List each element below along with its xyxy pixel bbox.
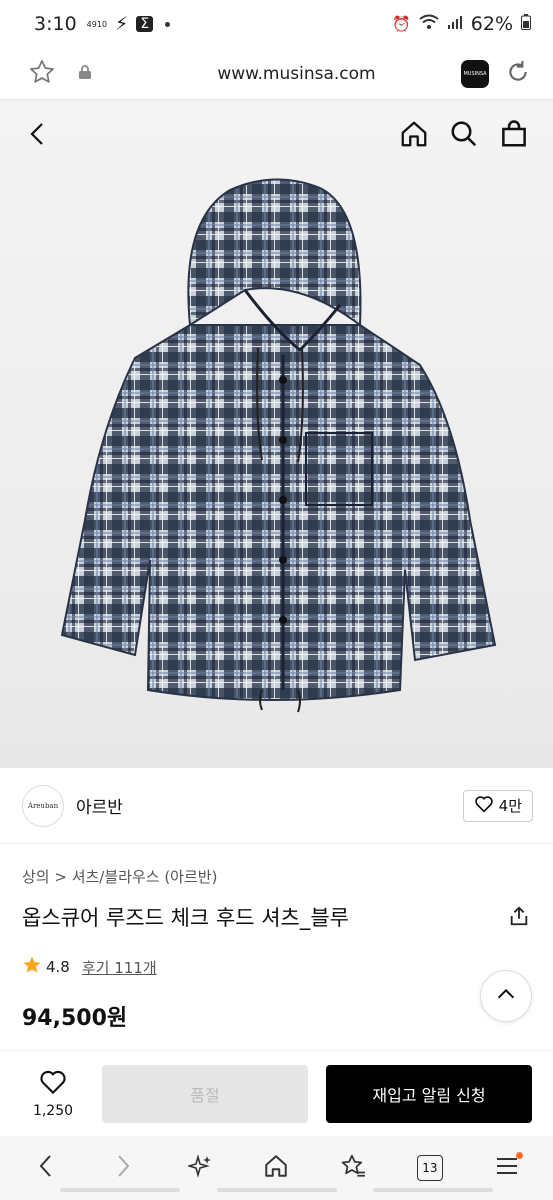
product-image[interactable] xyxy=(0,100,553,768)
share-icon[interactable] xyxy=(508,905,530,931)
brand-row[interactable]: Areuban 아르반 4만 xyxy=(0,768,553,844)
wishlist-count: 1,250 xyxy=(32,1102,74,1119)
clock: 3:10 xyxy=(34,13,77,35)
url-text[interactable]: www.musinsa.com xyxy=(132,64,461,84)
nav-bookmarks-button[interactable] xyxy=(333,1148,373,1188)
nav-home-button[interactable] xyxy=(256,1148,296,1188)
restock-alert-button[interactable]: 재입고 알림 신청 xyxy=(326,1064,532,1123)
gesture-handle xyxy=(0,1188,553,1200)
cart-icon[interactable] xyxy=(499,119,529,153)
brand-logo[interactable]: Areuban xyxy=(22,784,64,827)
tabs-icon: 13 xyxy=(416,1155,443,1181)
chevron-right-icon xyxy=(113,1153,133,1183)
sparkle-icon xyxy=(185,1154,212,1182)
search-icon[interactable] xyxy=(449,119,479,153)
reload-icon[interactable] xyxy=(505,59,531,89)
bookmark-star-icon[interactable] xyxy=(28,58,56,90)
wishlist-button[interactable]: 1,250 xyxy=(22,1069,84,1119)
purchase-action-bar: 1,250 품절 재입고 알림 신청 xyxy=(0,1050,553,1136)
breadcrumb[interactable]: 상의 > 셔츠/블라우스 (아르반) xyxy=(22,866,217,887)
heart-icon xyxy=(474,795,494,817)
battery-icon xyxy=(521,13,531,35)
nav-menu-button[interactable] xyxy=(487,1148,527,1188)
chevron-up-icon xyxy=(495,983,517,1009)
chevron-left-icon xyxy=(36,1153,56,1183)
alarm-icon: ⏰ xyxy=(392,15,411,33)
soldout-button[interactable]: 품절 xyxy=(102,1064,308,1123)
dot-icon xyxy=(165,21,171,27)
shirt-illustration xyxy=(60,178,497,713)
signal-icon xyxy=(447,13,463,35)
product-header xyxy=(0,100,553,172)
brand-like-count: 4만 xyxy=(498,797,522,815)
nav-tabs-button[interactable]: 13 xyxy=(410,1148,450,1188)
rating-row: 4.8 후기 111개 xyxy=(22,955,157,979)
status-extra: 4910 xyxy=(86,19,108,29)
back-icon[interactable] xyxy=(26,120,50,152)
sigma-icon: Σ xyxy=(136,16,154,32)
brand-like-button[interactable]: 4만 xyxy=(462,789,533,822)
home-icon[interactable] xyxy=(399,119,429,153)
browser-address-bar: www.musinsa.com MUSINSA xyxy=(0,48,553,100)
brand-name[interactable]: 아르반 xyxy=(76,793,123,818)
lock-icon xyxy=(78,64,92,84)
nav-sparkle-button[interactable] xyxy=(180,1148,220,1188)
nav-back-button[interactable] xyxy=(26,1148,66,1188)
status-bar: 3:10 4910 ⚡ Σ ⏰ 62% xyxy=(0,0,553,48)
product-title: 옵스큐어 루즈드 체크 후드 셔츠_블루 xyxy=(22,906,349,930)
bolt-icon: ⚡ xyxy=(115,13,129,35)
review-link[interactable]: 후기 111개 xyxy=(82,957,157,978)
wifi-icon xyxy=(419,13,439,35)
menu-icon xyxy=(495,1155,519,1181)
star-icon xyxy=(22,955,42,979)
home-icon xyxy=(263,1153,289,1183)
price: 94,500원 xyxy=(22,1006,128,1031)
star-list-icon xyxy=(340,1153,366,1183)
musinsa-app-button[interactable]: MUSINSA xyxy=(461,59,489,88)
tabs-count: 13 xyxy=(422,1161,438,1175)
battery-level: 62% xyxy=(470,13,513,35)
rating-value: 4.8 xyxy=(46,958,70,976)
heart-icon xyxy=(38,1069,68,1099)
notification-badge xyxy=(515,1152,523,1159)
nav-forward-button[interactable] xyxy=(103,1148,143,1188)
scroll-top-button[interactable] xyxy=(480,970,532,1022)
